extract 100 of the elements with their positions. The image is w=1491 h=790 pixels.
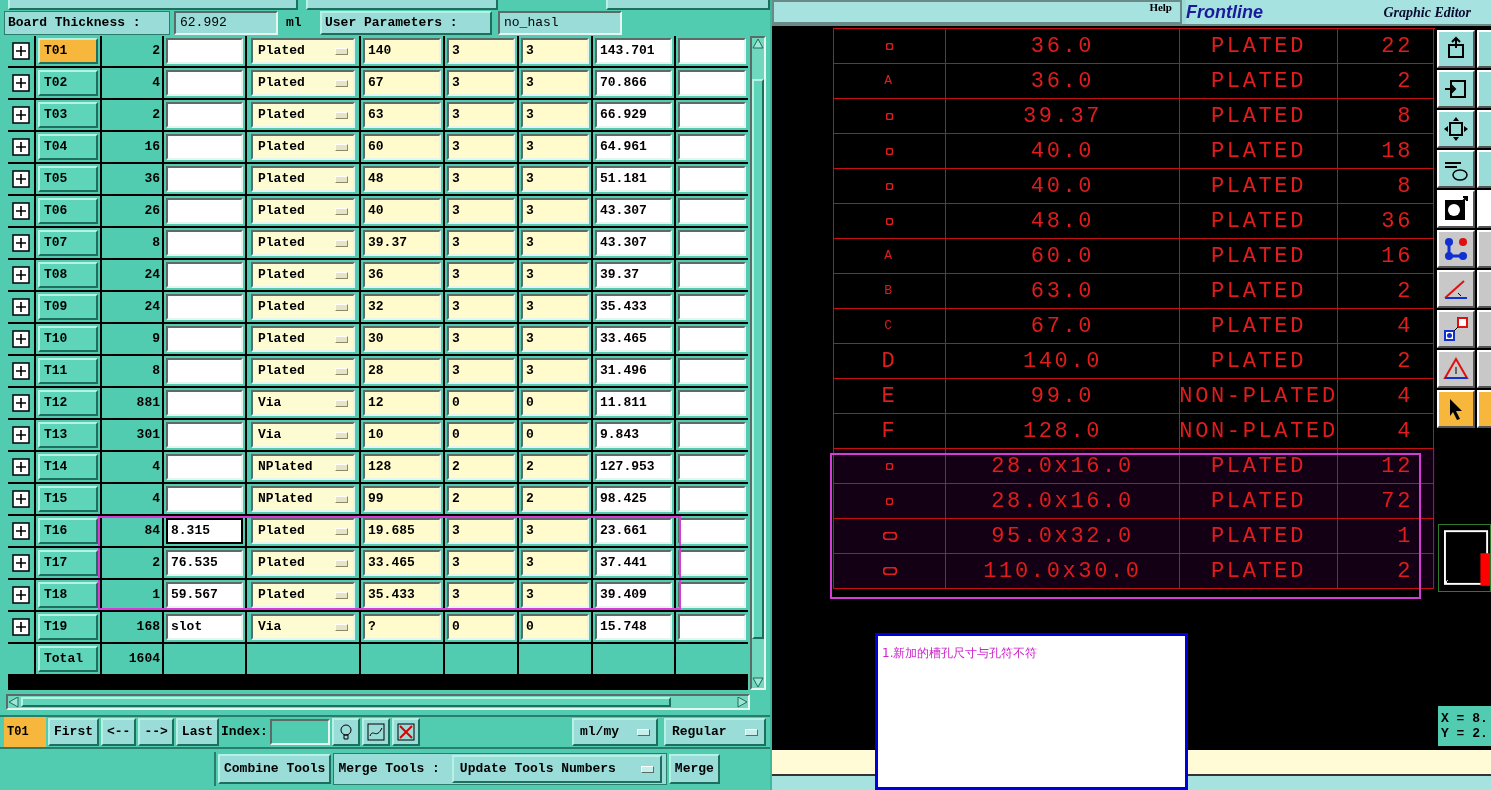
plating-dropdown[interactable]: NPlated [251, 486, 355, 512]
note-field[interactable] [166, 294, 243, 320]
plus-tolerance-field[interactable]: 3 [447, 326, 515, 352]
plating-dropdown[interactable]: Plated [251, 102, 355, 128]
finish-size-field[interactable]: 39.37 [363, 230, 441, 256]
extra-field[interactable] [678, 326, 746, 352]
extra-field[interactable] [678, 38, 746, 64]
toolbar-button[interactable] [1437, 350, 1475, 388]
minus-tolerance-field[interactable]: 3 [521, 102, 589, 128]
expand-icon[interactable] [12, 266, 30, 284]
plating-dropdown[interactable]: Plated [251, 198, 355, 224]
finish-size-field[interactable]: 30 [363, 326, 441, 352]
nav-button[interactable]: <-- [101, 718, 137, 746]
expand-icon[interactable] [12, 106, 30, 124]
tool-button[interactable]: T13 [38, 422, 98, 448]
drill-size-field[interactable]: 33.465 [595, 326, 672, 352]
extra-field[interactable] [678, 614, 746, 640]
toolbar-button[interactable] [1437, 270, 1475, 308]
plating-dropdown[interactable]: Via [251, 614, 355, 640]
plating-dropdown[interactable]: Via [251, 422, 355, 448]
expand-icon[interactable] [12, 330, 30, 348]
plus-tolerance-field[interactable]: 3 [447, 294, 515, 320]
minus-tolerance-field[interactable]: 3 [521, 262, 589, 288]
tool-button[interactable]: T17 [38, 550, 98, 576]
tool-button[interactable]: T09 [38, 294, 98, 320]
expand-icon[interactable] [12, 522, 30, 540]
tool-button[interactable]: T06 [38, 198, 98, 224]
drill-size-field[interactable]: 51.181 [595, 166, 672, 192]
icon-button[interactable] [361, 718, 390, 746]
note-field[interactable] [166, 166, 243, 192]
finish-size-field[interactable]: 128 [363, 454, 441, 480]
expand-icon[interactable] [12, 426, 30, 444]
note-field[interactable] [166, 422, 243, 448]
drill-size-field[interactable]: 11.811 [595, 390, 672, 416]
expand-icon[interactable] [12, 74, 30, 92]
finish-size-field[interactable]: 60 [363, 134, 441, 160]
extra-field[interactable] [678, 454, 746, 480]
finish-size-field[interactable]: 140 [363, 38, 441, 64]
tool-button[interactable]: T02 [38, 70, 98, 96]
extra-field[interactable] [678, 294, 746, 320]
note-field[interactable] [166, 38, 243, 64]
minus-tolerance-field[interactable]: 3 [521, 134, 589, 160]
tool-button[interactable]: T05 [38, 166, 98, 192]
minus-tolerance-field[interactable]: 0 [521, 390, 589, 416]
horizontal-scrollbar[interactable] [6, 694, 750, 710]
tool-button[interactable]: T12 [38, 390, 98, 416]
expand-icon[interactable] [12, 138, 30, 156]
drill-size-field[interactable]: 37.441 [595, 550, 672, 576]
minus-tolerance-field[interactable]: 3 [521, 294, 589, 320]
drill-size-field[interactable]: 31.496 [595, 358, 672, 384]
user-parameters-field[interactable]: no_hasl [498, 11, 622, 35]
tool-button[interactable]: T19 [38, 614, 98, 640]
plus-tolerance-field[interactable]: 3 [447, 358, 515, 384]
expand-icon[interactable] [12, 618, 30, 636]
extra-field[interactable] [678, 582, 746, 608]
combine-tools-button[interactable]: Combine Tools [218, 754, 332, 784]
drill-size-field[interactable]: 143.701 [595, 38, 672, 64]
note-field[interactable] [166, 102, 243, 128]
finish-size-field[interactable]: 33.465 [363, 550, 441, 576]
nav-button[interactable]: Last [175, 718, 220, 746]
expand-icon[interactable] [12, 202, 30, 220]
note-field[interactable]: slot [166, 614, 243, 640]
tool-button[interactable]: T07 [38, 230, 98, 256]
expand-icon[interactable] [12, 490, 30, 508]
tool-button[interactable]: T01 [38, 38, 98, 64]
minus-tolerance-field[interactable]: 3 [521, 166, 589, 192]
plating-dropdown[interactable]: Plated [251, 358, 355, 384]
extra-field[interactable] [678, 422, 746, 448]
note-field[interactable] [166, 262, 243, 288]
minus-tolerance-field[interactable]: 3 [521, 326, 589, 352]
plating-dropdown[interactable]: Plated [251, 582, 355, 608]
expand-icon[interactable] [12, 42, 30, 60]
extra-field[interactable] [678, 518, 746, 544]
minus-tolerance-field[interactable]: 3 [521, 582, 589, 608]
plating-dropdown[interactable]: Plated [251, 166, 355, 192]
plating-dropdown[interactable]: Via [251, 390, 355, 416]
extra-field[interactable] [678, 134, 746, 160]
plus-tolerance-field[interactable]: 2 [447, 454, 515, 480]
plus-tolerance-field[interactable]: 0 [447, 390, 515, 416]
help-menu[interactable]: Help [1149, 2, 1172, 13]
drill-size-field[interactable]: 43.307 [595, 198, 672, 224]
expand-icon[interactable] [12, 554, 30, 572]
plus-tolerance-field[interactable]: 3 [447, 134, 515, 160]
minus-tolerance-field[interactable]: 2 [521, 454, 589, 480]
drill-size-field[interactable]: 23.661 [595, 518, 672, 544]
tool-button[interactable]: T16 [38, 518, 98, 544]
extra-field[interactable] [678, 262, 746, 288]
plus-tolerance-field[interactable]: 3 [447, 550, 515, 576]
note-field[interactable] [166, 326, 243, 352]
tool-button[interactable]: T18 [38, 582, 98, 608]
extra-field[interactable] [678, 166, 746, 192]
plus-tolerance-field[interactable]: 0 [447, 614, 515, 640]
note-field[interactable]: 76.535 [166, 550, 243, 576]
toolbar-button[interactable] [1437, 30, 1475, 68]
scrollbar-thumb[interactable] [752, 79, 764, 639]
plating-dropdown[interactable]: Plated [251, 38, 355, 64]
scrollbar-thumb[interactable] [21, 697, 671, 707]
plus-tolerance-field[interactable]: 3 [447, 38, 515, 64]
plating-dropdown[interactable]: Plated [251, 262, 355, 288]
note-field[interactable] [166, 134, 243, 160]
